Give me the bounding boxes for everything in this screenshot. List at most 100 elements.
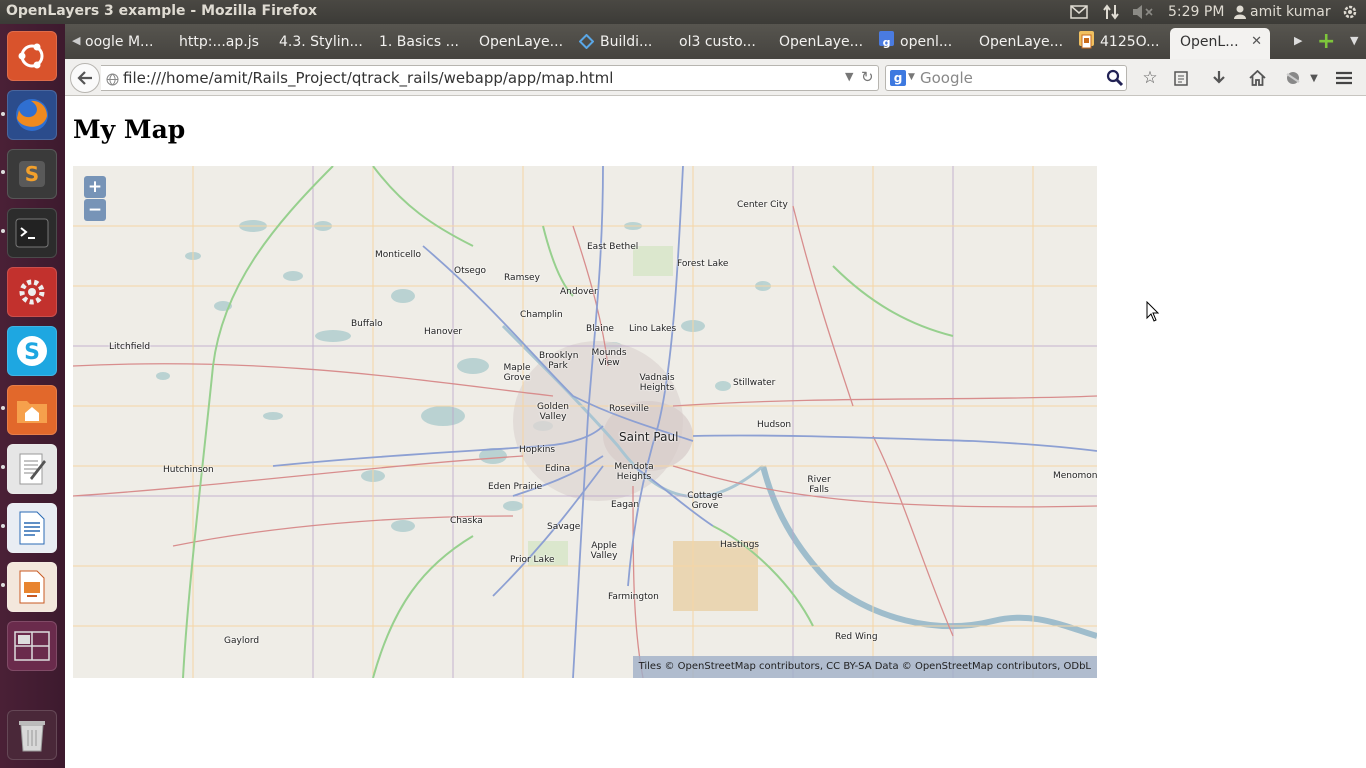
diamond-icon bbox=[579, 31, 595, 50]
libreoffice-impress-icon[interactable] bbox=[7, 562, 57, 612]
city-label: Litchfield bbox=[109, 342, 151, 352]
top-panel: OpenLayers 3 example - Mozilla Firefox 5… bbox=[0, 0, 1366, 24]
firefox-icon[interactable] bbox=[7, 90, 57, 140]
city-label: Center City bbox=[737, 200, 788, 210]
tab-5[interactable]: Buildi... bbox=[579, 28, 677, 59]
tab-2[interactable]: 4.3. Stylin... bbox=[279, 28, 377, 59]
addon-dropdown-icon[interactable]: ▼ bbox=[1303, 67, 1325, 89]
tab-scroll-right-icon[interactable]: ▶ bbox=[1294, 34, 1302, 47]
url-history-dropdown-icon[interactable]: ▼ bbox=[845, 70, 853, 83]
svg-text:S: S bbox=[24, 340, 40, 365]
city-label: Menomonie bbox=[1053, 471, 1097, 481]
back-arrow-icon bbox=[77, 71, 92, 85]
home-icon[interactable] bbox=[1246, 67, 1268, 89]
sublime-text-icon[interactable]: S bbox=[7, 149, 57, 199]
google-icon: g bbox=[879, 31, 894, 49]
map-viewport[interactable]: Center City East Bethel Forest Lake Mont… bbox=[73, 166, 1097, 678]
user-name[interactable]: amit kumar bbox=[1250, 3, 1331, 21]
city-label: Monticello bbox=[375, 250, 421, 260]
back-button[interactable] bbox=[70, 63, 100, 93]
google-engine-icon[interactable]: g bbox=[890, 70, 906, 86]
search-icon[interactable] bbox=[1106, 69, 1124, 91]
city-label: Maple Grove bbox=[503, 363, 531, 383]
tab-8[interactable]: g openl... bbox=[879, 28, 977, 59]
city-label: Ramsey bbox=[504, 273, 540, 283]
city-label: Prior Lake bbox=[510, 555, 555, 565]
city-label: Gaylord bbox=[224, 636, 260, 646]
reload-icon[interactable]: ↻ bbox=[861, 68, 874, 86]
city-label: Lino Lakes bbox=[629, 324, 677, 334]
close-tab-icon[interactable]: ✕ bbox=[1251, 28, 1262, 56]
libreoffice-writer-icon[interactable] bbox=[7, 503, 57, 553]
city-label: Golden Valley bbox=[537, 402, 569, 422]
search-input[interactable] bbox=[920, 68, 1100, 88]
city-label: Chaska bbox=[450, 516, 483, 526]
tab-scroll-left-icon[interactable]: ◀ bbox=[72, 34, 80, 47]
reading-list-icon[interactable] bbox=[1170, 67, 1192, 89]
city-label: Champlin bbox=[520, 310, 563, 320]
city-label: Eden Prairie bbox=[488, 482, 543, 492]
page-content: My Map Center City East Bethel Forest La… bbox=[65, 97, 1366, 768]
url-text[interactable]: file:///home/amit/Rails_Project/qtrack_r… bbox=[123, 69, 613, 87]
tab-7[interactable]: OpenLaye... bbox=[779, 28, 877, 59]
map-tiles bbox=[73, 166, 1097, 678]
power-gear-icon[interactable] bbox=[1341, 3, 1359, 21]
user-icon[interactable] bbox=[1234, 3, 1246, 21]
city-label: Vadnais Heights bbox=[639, 373, 675, 393]
tab-11-active[interactable]: OpenL... ✕ bbox=[1170, 28, 1270, 59]
search-bar[interactable]: g ▼ bbox=[885, 65, 1127, 91]
city-label: Brooklyn Park bbox=[539, 351, 579, 371]
workspace-switcher-icon[interactable] bbox=[7, 621, 57, 671]
city-label: Hudson bbox=[757, 420, 792, 430]
url-bar[interactable]: file:///home/amit/Rails_Project/qtrack_r… bbox=[101, 65, 879, 91]
volume-muted-icon[interactable] bbox=[1132, 3, 1154, 21]
tab-9[interactable]: OpenLaye... bbox=[979, 28, 1077, 59]
svg-text:S: S bbox=[25, 162, 39, 186]
tab-6[interactable]: ol3 custo... bbox=[679, 28, 777, 59]
tab-list-icon[interactable]: ▼ bbox=[1350, 34, 1358, 47]
city-label: Cottage Grove bbox=[687, 491, 723, 511]
skype-icon[interactable]: S bbox=[7, 326, 57, 376]
city-label: Hanover bbox=[424, 327, 463, 337]
system-settings-icon[interactable] bbox=[7, 267, 57, 317]
tab-10[interactable]: 4125O... bbox=[1079, 28, 1177, 59]
mail-icon[interactable] bbox=[1070, 3, 1088, 21]
ubuntu-dash-icon[interactable] bbox=[7, 31, 57, 81]
mouse-cursor-icon bbox=[1146, 301, 1160, 322]
doc-icon bbox=[1079, 31, 1094, 49]
addon-icon[interactable] bbox=[1283, 67, 1305, 89]
svg-text:g: g bbox=[883, 36, 891, 49]
page-title: My Map bbox=[73, 115, 186, 144]
text-editor-icon[interactable] bbox=[7, 444, 57, 494]
bookmark-star-icon[interactable]: ☆ bbox=[1139, 67, 1161, 89]
window-title: OpenLayers 3 example - Mozilla Firefox bbox=[6, 3, 318, 19]
network-icon[interactable] bbox=[1102, 3, 1120, 21]
city-label: Mendota Heights bbox=[614, 462, 654, 482]
city-label: Stillwater bbox=[733, 378, 776, 388]
nav-bar: file:///home/amit/Rails_Project/qtrack_r… bbox=[65, 59, 1366, 96]
menu-icon[interactable] bbox=[1333, 67, 1355, 89]
tab-4[interactable]: OpenLaye... bbox=[479, 28, 577, 59]
city-label: Red Wing bbox=[835, 632, 878, 642]
engine-dropdown-icon[interactable]: ▼ bbox=[908, 72, 915, 82]
tab-bar: ◀ oogle M... http:...ap.js 4.3. Stylin..… bbox=[65, 24, 1366, 59]
clock[interactable]: 5:29 PM bbox=[1168, 3, 1224, 21]
terminal-icon[interactable] bbox=[7, 208, 57, 258]
launcher: S S bbox=[0, 24, 65, 768]
city-label: Blaine bbox=[586, 324, 614, 334]
city-label: Mounds View bbox=[591, 348, 627, 368]
zoom-in-button[interactable]: + bbox=[84, 176, 106, 198]
tab-3[interactable]: 1. Basics ... bbox=[379, 28, 477, 59]
tab-0[interactable]: oogle M... bbox=[85, 28, 175, 59]
city-label: River Falls bbox=[807, 475, 831, 495]
files-icon[interactable] bbox=[7, 385, 57, 435]
city-label: East Bethel bbox=[587, 242, 639, 252]
trash-icon[interactable] bbox=[7, 710, 57, 760]
city-label: Farmington bbox=[608, 592, 659, 602]
new-tab-icon[interactable]: + bbox=[1317, 29, 1335, 54]
tab-1[interactable]: http:...ap.js bbox=[179, 28, 277, 59]
downloads-icon[interactable] bbox=[1208, 67, 1230, 89]
city-label: Andover bbox=[560, 287, 598, 297]
zoom-out-button[interactable]: − bbox=[84, 199, 106, 221]
city-label: Roseville bbox=[609, 404, 649, 414]
